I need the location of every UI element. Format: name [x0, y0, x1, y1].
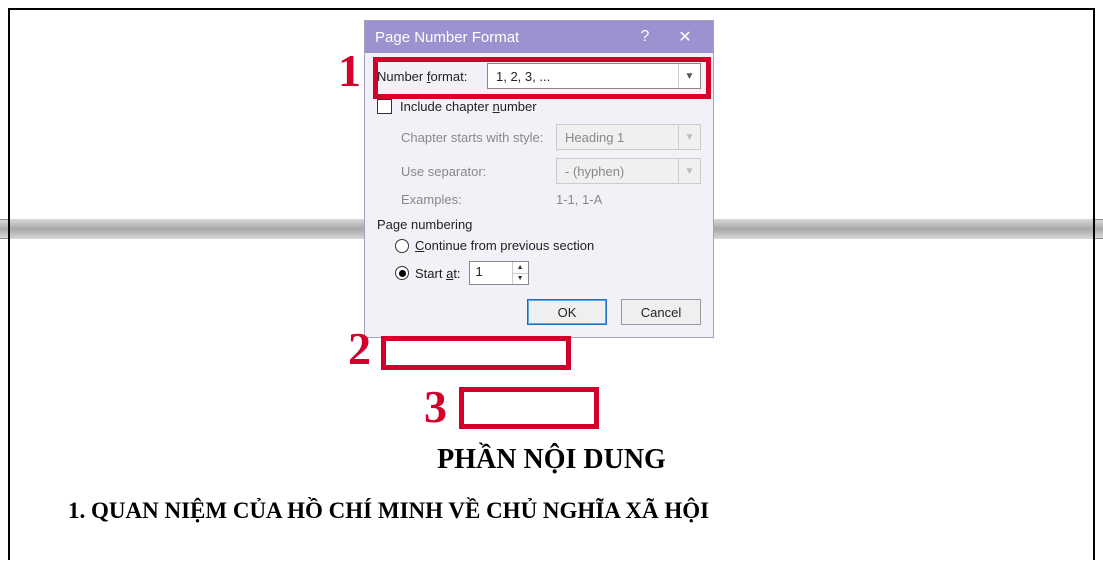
chapter-starts-value: Heading 1 [557, 130, 678, 145]
continue-radio-label: Continue from previous section [415, 238, 594, 253]
include-chapter-row: Include chapter number [377, 99, 701, 114]
chapter-starts-label: Chapter starts with style: [401, 130, 556, 145]
close-button[interactable]: ✕ [665, 27, 705, 47]
page-numbering-label: Page numbering [377, 217, 701, 232]
page-number-format-dialog: Page Number Format ? ✕ Number format: 1,… [364, 20, 714, 338]
chapter-options-block: Chapter starts with style: Heading 1 ▼ U… [401, 124, 701, 207]
start-at-label: Start at: [415, 266, 461, 281]
document-content: PHẦN NỘI DUNG 1. QUAN NIỆM CỦA HỒ CHÍ MI… [10, 444, 1093, 524]
chevron-down-icon: ▼ [678, 159, 700, 183]
include-chapter-checkbox[interactable] [377, 99, 392, 114]
radio-dot-icon [399, 270, 406, 277]
chevron-down-icon: ▼ [678, 125, 700, 149]
callout-1: 1 [338, 44, 361, 97]
callout-3: 3 [424, 380, 447, 433]
include-chapter-label: Include chapter number [400, 99, 537, 114]
help-button[interactable]: ? [625, 28, 665, 46]
separator-label: Use separator: [401, 164, 556, 179]
start-at-radio-row[interactable]: Start at: 1 ▲ ▼ [395, 261, 701, 285]
start-at-spinner[interactable]: 1 ▲ ▼ [469, 261, 529, 285]
dialog-button-row: OK Cancel [377, 299, 701, 325]
chevron-down-icon: ▼ [678, 64, 700, 88]
chapter-starts-combo: Heading 1 ▼ [556, 124, 701, 150]
callout-2: 2 [348, 322, 371, 375]
document-heading: 1. QUAN NIỆM CỦA HỒ CHÍ MINH VỀ CHỦ NGHĨ… [68, 498, 1093, 524]
dialog-titlebar[interactable]: Page Number Format ? ✕ [365, 21, 713, 53]
start-at-radio[interactable] [395, 266, 409, 280]
number-format-combo[interactable]: 1, 2, 3, ... ▼ [487, 63, 701, 89]
number-format-value: 1, 2, 3, ... [488, 69, 678, 84]
spinner-up-button[interactable]: ▲ [513, 262, 528, 273]
number-format-row: Number format: 1, 2, 3, ... ▼ [377, 63, 701, 89]
separator-combo: - (hyphen) ▼ [556, 158, 701, 184]
continue-radio-row[interactable]: Continue from previous section [395, 238, 701, 253]
document-title: PHẦN NỘI DUNG [10, 444, 1093, 476]
cancel-button[interactable]: Cancel [621, 299, 701, 325]
continue-radio[interactable] [395, 239, 409, 253]
ok-button[interactable]: OK [527, 299, 607, 325]
dialog-title: Page Number Format [375, 29, 625, 46]
spinner-down-button[interactable]: ▼ [513, 273, 528, 285]
number-format-label: Number format: [377, 69, 487, 84]
examples-label: Examples: [401, 192, 556, 207]
separator-value: - (hyphen) [557, 164, 678, 179]
examples-value: 1-1, 1-A [556, 192, 701, 207]
start-at-value: 1 [470, 262, 512, 284]
